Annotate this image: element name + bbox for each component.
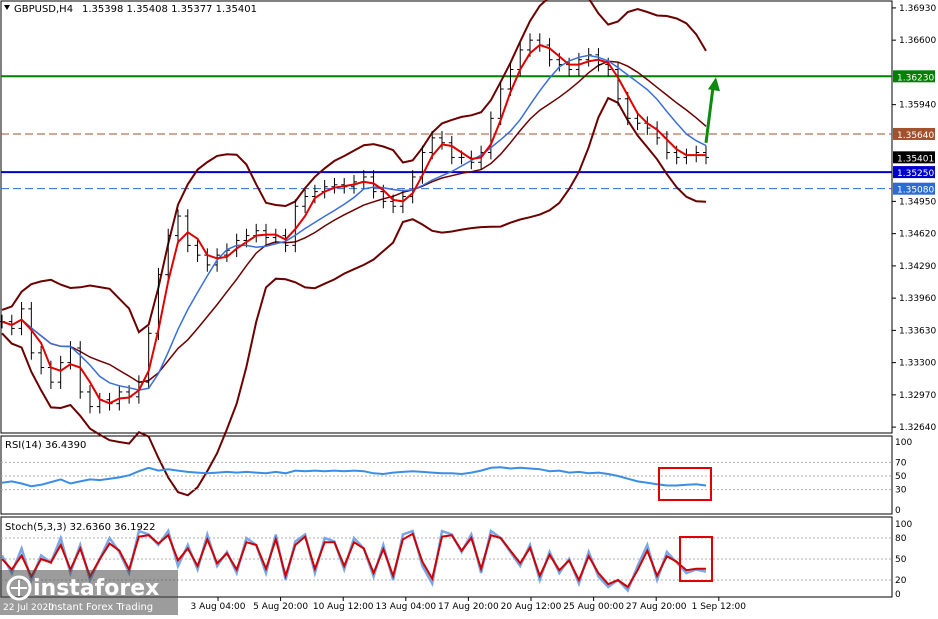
stoch-axis-label: 50 [895,555,907,565]
time-tick-label: 27 Aug 20:00 [626,602,687,612]
price-tick-label: 1.32970 [899,391,936,401]
instaforex-logo-icon [6,575,32,601]
rsi-axis-label: 0 [895,506,901,516]
price-tag-label: 1.36230 [897,73,934,83]
stoch-axis-label: 0 [895,590,901,600]
price-tick-label: 1.35940 [899,101,936,111]
price-tag-label: 1.35080 [897,186,934,196]
watermark-brand: instaforex [33,576,159,601]
main-header: GBPUSD,H4 1.35398 1.35408 1.35377 1.3540… [4,4,257,15]
rsi-header: RSI(14) 36.4390 [5,440,86,451]
time-tick-label: 17 Aug 20:00 [438,602,499,612]
price-tag-label: 1.35401 [897,154,934,164]
stoch-axis-label: 100 [895,520,912,530]
price-tick-label: 1.33300 [899,359,936,369]
stoch-header: Stoch(5,3,3) 32.6360 36.1922 [5,522,156,533]
corner-date: 22 Jul 2020 [3,603,54,613]
ohlc-values: 1.35398 1.35408 1.35377 1.35401 [82,4,257,15]
time-tick-label: 13 Aug 04:00 [375,602,436,612]
rsi-axis-label: 100 [895,438,912,448]
chart-canvas: 1.36930 1.36600 1.36230 1.35940 1.35640 1.354… [0,0,936,615]
rsi-pane [0,435,893,515]
symbol-timeframe: GBPUSD,H4 [14,4,73,15]
price-tick-label: 1.34950 [899,197,936,207]
time-tick-label: 25 Aug 00:00 [563,602,624,612]
time-tick-label: 10 Aug 12:00 [313,602,374,612]
rsi-axis-label: 30 [895,486,907,496]
time-axis: 3 Aug 04:00 5 Aug 20:00 10 Aug 12:00 13 Aug… [191,597,747,612]
chart-window: 1.36930 1.36600 1.36230 1.35940 1.35640 1.354… [0,0,938,615]
price-tick-label: 1.34620 [899,230,936,240]
stoch-axis-label: 20 [895,576,907,586]
price-tick-label: 1.33630 [899,326,936,336]
time-tick-label: 20 Aug 12:00 [501,602,562,612]
watermark-tagline: Instant Forex Trading [48,602,153,613]
time-tick-label: 1 Sep 12:00 [692,602,747,612]
rsi-axis-label: 50 [895,472,907,482]
main-pane [0,0,893,434]
rsi-axis-label: 70 [895,458,907,468]
price-tick-label: 1.32640 [899,423,936,433]
time-tick-label: 3 Aug 04:00 [191,602,246,612]
stoch-axis-label: 80 [895,534,907,544]
price-tick-label: 1.34290 [899,262,936,272]
price-tick-label: 1.36600 [899,36,936,46]
watermark: instaforex Instant Forex Trading 22 Jul … [0,570,178,615]
price-tick-label: 1.36930 [899,4,936,14]
price-tick-label: 1.33960 [899,294,936,304]
price-axis: 1.36930 1.36600 1.36230 1.35940 1.35640 1.354… [892,4,936,600]
price-tag-label: 1.35250 [897,169,934,179]
price-tag-label: 1.35640 [897,131,934,141]
time-tick-label: 5 Aug 20:00 [253,602,308,612]
